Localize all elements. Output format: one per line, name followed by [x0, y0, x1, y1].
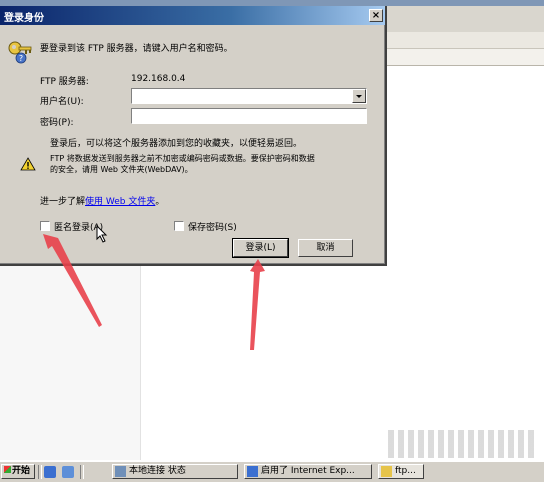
web-folder-link[interactable]: 使用 Web 文件夹 — [85, 197, 155, 207]
warning-text-line1: FTP 将数据发送到服务器之前不加密或编码密码或数据。要保护密码和数据 — [50, 154, 315, 163]
ftp-server-value: 192.168.0.4 — [131, 74, 186, 84]
login-dialog: 登录身份 × ? 要登录到该 FTP 服务器，请键入用户名和密码。 FTP 服务… — [0, 6, 387, 266]
save-password-label[interactable]: 保存密码(S) — [188, 220, 237, 233]
dialog-title: 登录身份 — [4, 13, 44, 24]
password-field[interactable] — [131, 108, 367, 124]
login-button[interactable]: 登录(L) — [232, 238, 289, 258]
save-password-checkbox[interactable] — [174, 221, 184, 231]
taskbar: 开始 本地连接 状态 启用了 Internet Exp... ftp... — [0, 461, 544, 482]
taskbar-separator — [38, 465, 42, 479]
internet-explorer-icon — [247, 466, 258, 477]
background-folder-pane — [0, 260, 141, 460]
login-prompt-text: 要登录到该 FTP 服务器，请键入用户名和密码。 — [40, 44, 233, 54]
network-connection-icon — [115, 466, 126, 477]
taskbar-item-ftp[interactable]: ftp... — [378, 464, 424, 479]
taskbar-separator — [80, 465, 84, 479]
learn-more-prefix: 进一步了解 — [40, 197, 86, 207]
taskbar-item-internet-explorer[interactable]: 启用了 Internet Exp... — [244, 464, 372, 479]
windows-flag-icon — [4, 466, 11, 473]
cancel-button[interactable]: 取消 — [298, 239, 353, 257]
learn-more-suffix: 。 — [155, 197, 165, 207]
dialog-titlebar[interactable]: 登录身份 × — [0, 6, 385, 25]
close-button[interactable]: × — [369, 9, 383, 22]
username-dropdown-button[interactable] — [352, 89, 366, 103]
mouse-cursor-icon — [96, 225, 108, 243]
ftp-server-label: FTP 服务器: — [40, 77, 89, 87]
background-window-address-bar[interactable] — [385, 49, 544, 66]
folder-icon — [381, 466, 392, 477]
learn-more-text: 进一步了解使用 Web 文件夹。 — [40, 194, 164, 207]
internet-explorer-icon[interactable] — [44, 466, 56, 478]
background-window-toolbar — [385, 32, 544, 49]
username-label: 用户名(U): — [40, 97, 84, 107]
favorites-info-text: 登录后，可以将这个服务器添加到您的收藏夹，以便轻易返回。 — [50, 139, 303, 149]
username-combobox[interactable] — [131, 88, 367, 104]
warning-icon — [20, 157, 36, 171]
key-icon: ? — [8, 41, 32, 64]
anonymous-login-checkbox[interactable] — [40, 221, 50, 231]
annotation-arrow-right — [250, 259, 265, 350]
warning-text-line2: 的安全，请用 Web 文件夹(WebDAV)。 — [50, 165, 193, 174]
background-window-menubar — [385, 6, 544, 33]
show-desktop-icon[interactable] — [62, 466, 74, 478]
svg-text:?: ? — [19, 54, 23, 63]
chevron-down-icon — [356, 95, 362, 98]
taskbar-item-network-status[interactable]: 本地连接 状态 — [112, 464, 238, 479]
watermark — [388, 430, 538, 458]
start-label: 开始 — [12, 466, 31, 476]
start-button[interactable]: 开始 — [1, 464, 35, 479]
password-label: 密码(P): — [40, 118, 74, 128]
